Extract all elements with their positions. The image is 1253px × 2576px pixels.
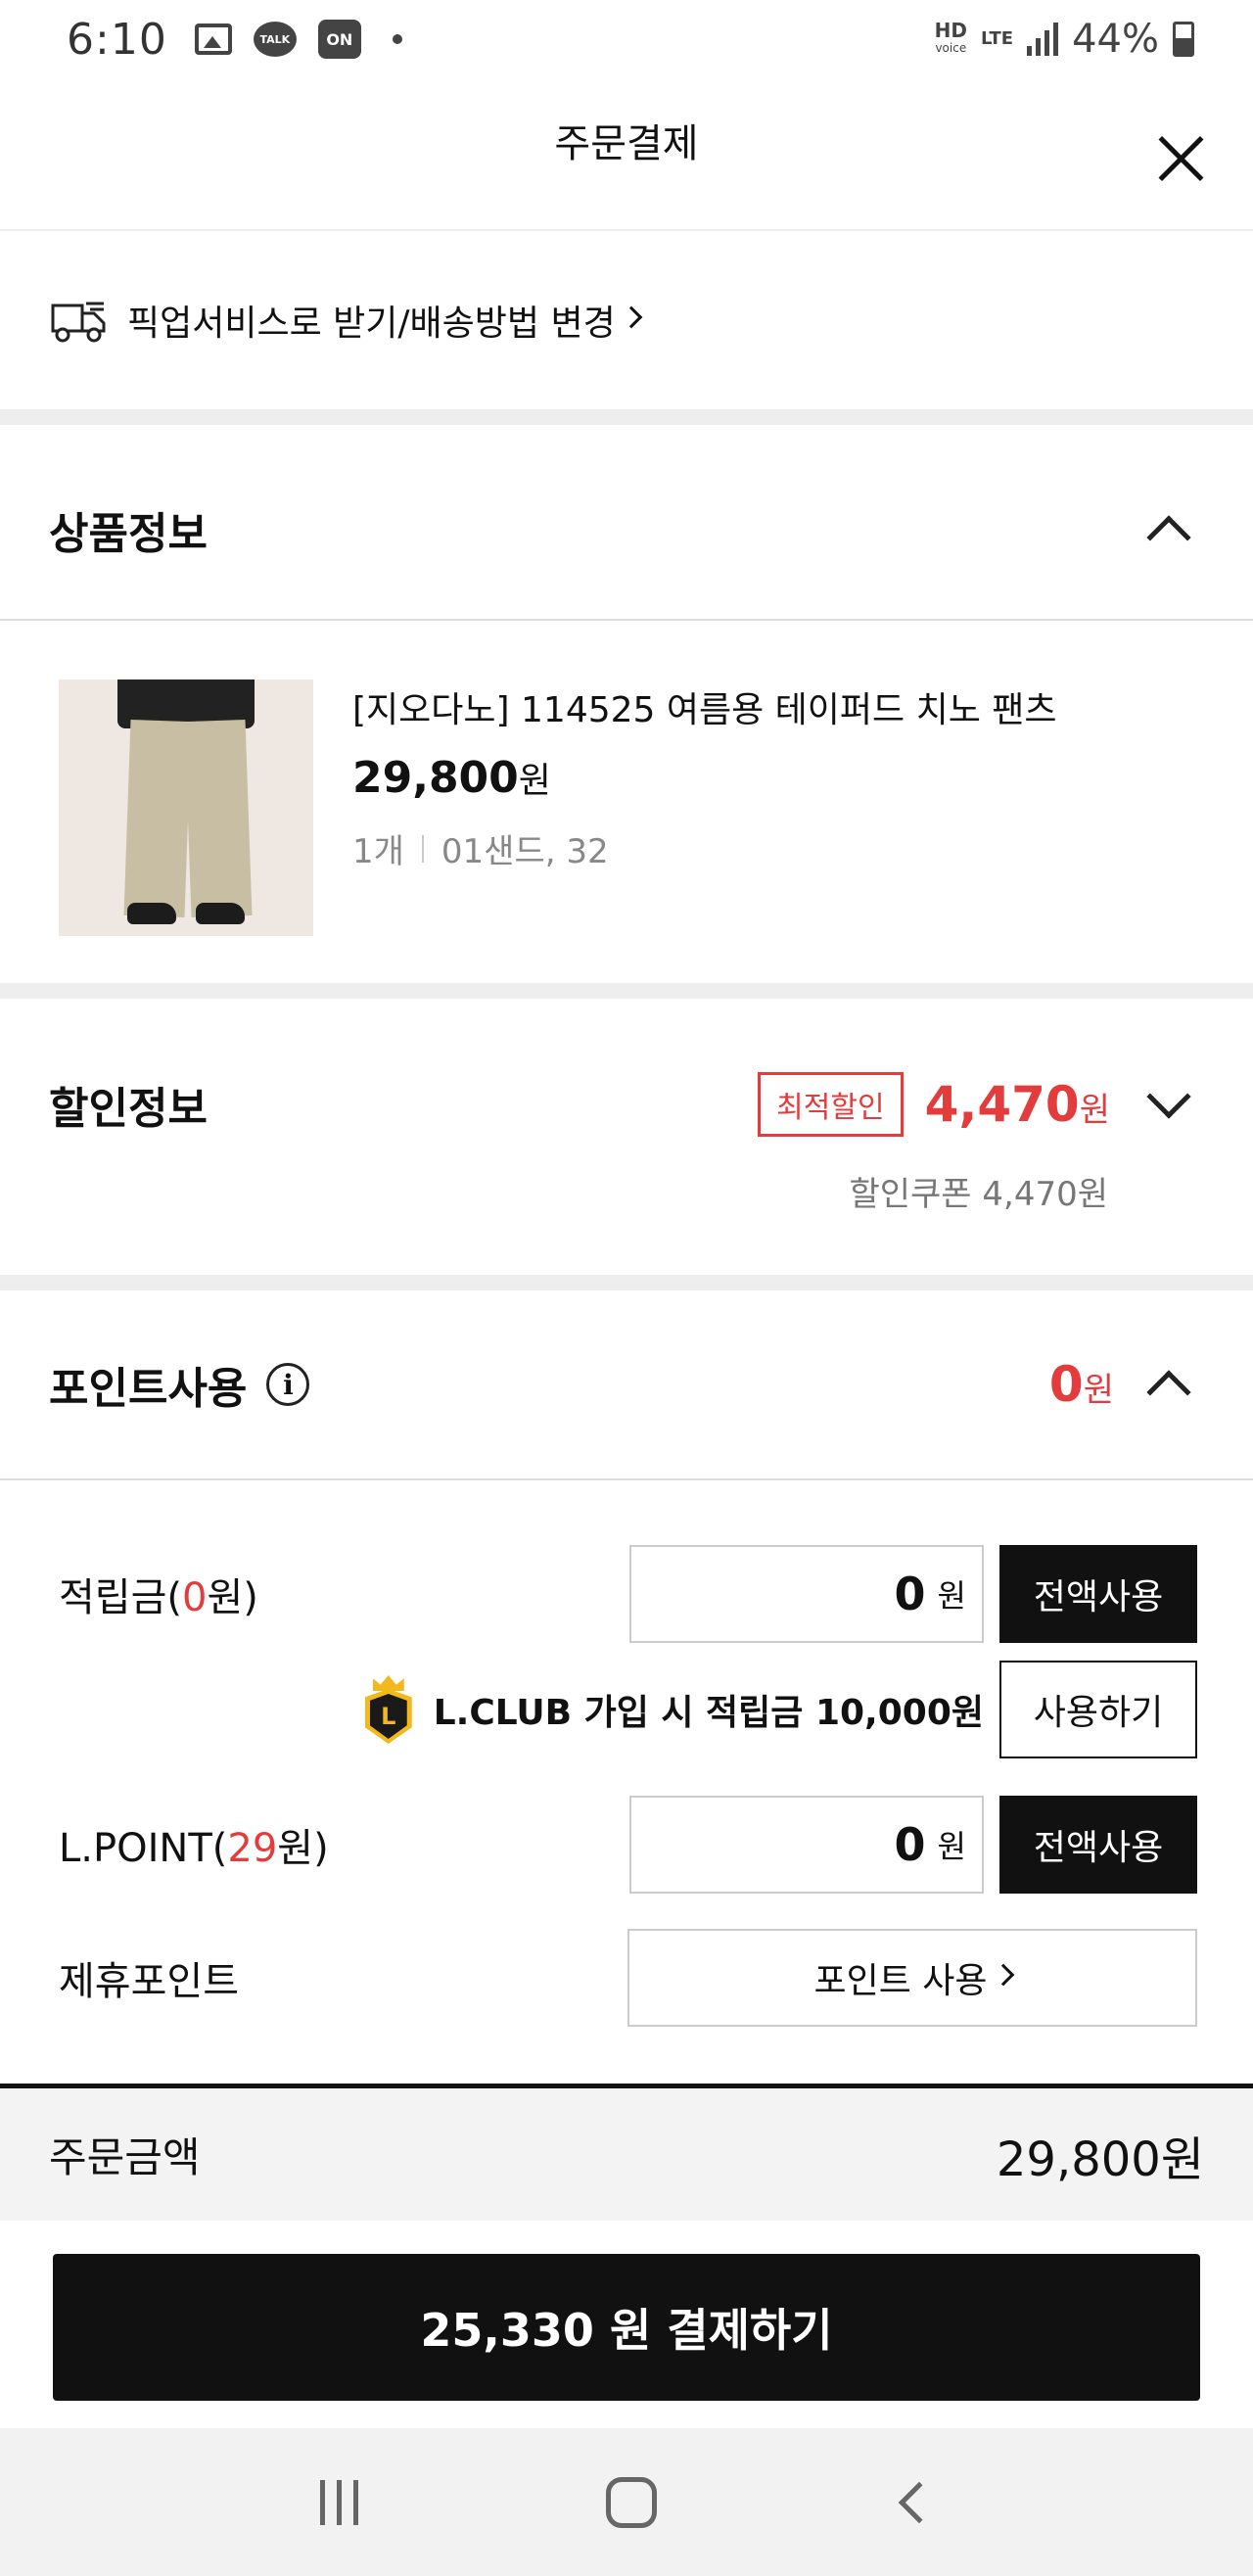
- discount-section-title: 할인정보: [49, 1084, 208, 1134]
- reserve-input-value: 0: [894, 1568, 926, 1620]
- product-section-title: 상품정보: [49, 509, 208, 559]
- info-icon[interactable]: i: [266, 1363, 310, 1406]
- product-price: 29,800원: [352, 753, 551, 803]
- back-icon[interactable]: [898, 2481, 940, 2523]
- lclub-badge-icon: L: [364, 1675, 412, 1744]
- option-divider: [421, 834, 424, 863]
- partner-points-row: 제휴포인트 포인트 사용: [59, 1929, 1197, 2027]
- chevron-right-icon: [620, 305, 643, 329]
- section-divider: [0, 1275, 1253, 1290]
- points-amount: 0원: [1048, 1356, 1114, 1413]
- order-amount-value: 29,800원: [996, 2131, 1204, 2187]
- reserve-input[interactable]: 0 원: [629, 1545, 984, 1643]
- battery-percent: 44%: [1072, 17, 1159, 62]
- status-time: 6:10: [67, 14, 167, 65]
- delivery-truck-icon: [51, 302, 106, 343]
- product-image[interactable]: [59, 679, 313, 936]
- lclub-promo-text: L.CLUB 가입 시 적립금 10,000원: [433, 1693, 984, 1733]
- on-app-icon: ON: [317, 20, 361, 59]
- gallery-icon: [194, 23, 232, 55]
- recent-apps-icon[interactable]: [319, 2479, 358, 2525]
- home-icon[interactable]: [605, 2476, 657, 2528]
- system-icons: HD voice LTE 44%: [935, 17, 1194, 62]
- lpoint-row: L.POINT(29원) 0 원 전액사용: [59, 1796, 1197, 1894]
- product-item: [지오다노] 114525 여름용 테이퍼드 치노 팬츠 29,800원 1개 …: [0, 621, 1253, 999]
- status-bar: 6:10 TALK ON HD voice LTE 44%: [0, 0, 1253, 78]
- product-info: [지오다노] 114525 여름용 테이퍼드 치노 팬츠 29,800원 1개 …: [352, 679, 1057, 983]
- product-options: 1개 01샌드, 32: [352, 824, 1057, 872]
- pay-button[interactable]: 25,330 원 결제하기: [53, 2254, 1200, 2401]
- lclub-promo: L L.CLUB 가입 시 적립금 10,000원 사용하기: [364, 1661, 1197, 1758]
- partner-points-button[interactable]: 포인트 사용: [627, 1929, 1197, 2027]
- chevron-down-icon[interactable]: [1146, 1074, 1191, 1119]
- reserve-use-all-button[interactable]: 전액사용: [999, 1545, 1197, 1643]
- battery-icon: [1173, 22, 1194, 57]
- lpoint-label: L.POINT(29원): [59, 1826, 329, 1871]
- order-amount-label: 주문금액: [49, 2133, 201, 2181]
- pickup-delivery-link[interactable]: 픽업서비스로 받기/배송방법 변경: [0, 231, 1253, 425]
- system-nav-bar: [0, 2428, 1253, 2576]
- product-section-header[interactable]: 상품정보: [0, 441, 1253, 621]
- signal-icon: [1027, 23, 1059, 56]
- checkout-bar: 25,330 원 결제하기: [0, 2221, 1253, 2428]
- close-icon[interactable]: [1155, 133, 1206, 184]
- discount-detail: 할인쿠폰 4,470원: [849, 1175, 1108, 1214]
- pickup-link-label: 픽업서비스로 받기/배송방법 변경: [127, 304, 616, 344]
- lpoint-input-value: 0: [894, 1818, 926, 1871]
- lte-icon: LTE: [981, 28, 1014, 49]
- reserve-row: 적립금(0원) 0 원 전액사용: [59, 1545, 1197, 1643]
- best-discount-badge: 최적할인: [758, 1072, 904, 1137]
- kakaotalk-icon: TALK: [253, 22, 297, 57]
- product-option: 01샌드, 32: [441, 832, 609, 871]
- points-section-header[interactable]: 포인트사용 i 0원: [0, 1290, 1253, 1480]
- product-name: [지오다노] 114525 여름용 테이퍼드 치노 팬츠: [352, 690, 1057, 730]
- page-header: 주문결제: [0, 78, 1253, 231]
- points-section-title: 포인트사용: [49, 1364, 248, 1414]
- chevron-up-icon[interactable]: [1146, 1370, 1191, 1415]
- lclub-use-button[interactable]: 사용하기: [999, 1661, 1197, 1758]
- lpoint-input[interactable]: 0 원: [629, 1796, 984, 1894]
- partner-points-label: 제휴포인트: [59, 1959, 239, 2004]
- reserve-label: 적립금(0원): [59, 1575, 258, 1620]
- chevron-up-icon[interactable]: [1146, 515, 1191, 560]
- product-quantity: 1개: [352, 832, 404, 871]
- lpoint-use-all-button[interactable]: 전액사용: [999, 1796, 1197, 1894]
- reserve-input-unit: 원: [937, 1577, 966, 1615]
- page-title: 주문결제: [554, 121, 699, 166]
- discount-amount: 4,470원: [924, 1076, 1110, 1133]
- more-notifications-dot-icon: [392, 34, 402, 44]
- hd-voice-icon: HD voice: [934, 19, 968, 55]
- notification-icons: TALK ON: [194, 20, 402, 59]
- chevron-right-icon: [992, 1963, 1014, 1987]
- lpoint-input-unit: 원: [937, 1828, 966, 1865]
- order-summary: 주문금액 29,800원: [0, 2084, 1253, 2221]
